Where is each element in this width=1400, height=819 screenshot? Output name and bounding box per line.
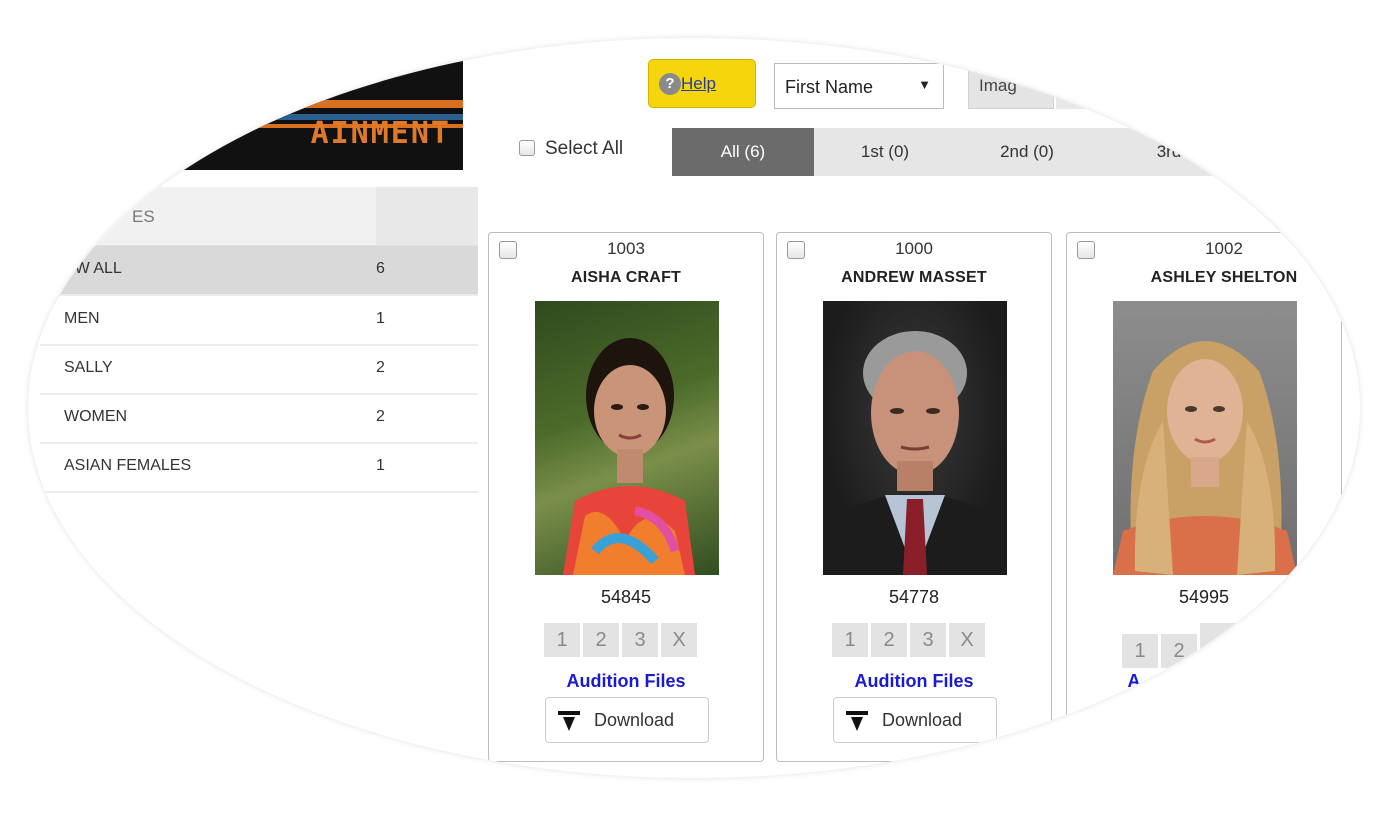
talent-name[interactable]: AISHA CRAFT xyxy=(489,269,763,287)
talent-select-checkbox[interactable] xyxy=(1077,241,1095,259)
select-all-label: Select All xyxy=(545,138,624,159)
download-label: Download xyxy=(594,710,675,730)
list-view-button[interactable] xyxy=(1056,63,1136,109)
rate-2-button[interactable]: 2 xyxy=(871,623,907,657)
rate-3-button[interactable] xyxy=(1200,623,1236,657)
audition-files-link[interactable]: Audition Files xyxy=(489,671,763,692)
brand-logo: AINMENT xyxy=(120,60,463,170)
tab-3rd[interactable]: 3rd xyxy=(1098,128,1240,176)
category-name: EW ALL xyxy=(64,260,122,277)
viewport-oval: AINMENT ES EW ALL 6 MEN 1 SALLY 2 WOMEN … xyxy=(28,38,1360,778)
category-row-sally[interactable]: SALLY 2 xyxy=(40,345,478,395)
category-row-women[interactable]: WOMEN 2 xyxy=(40,394,478,444)
category-name: ASIAN FEMALES xyxy=(64,457,192,474)
sort-value: First Name xyxy=(785,77,874,97)
talent-name[interactable]: ASHLEY SHELTON xyxy=(1107,269,1341,287)
talent-number: 54778 xyxy=(888,587,940,607)
rate-3-button[interactable]: 3 xyxy=(622,623,658,657)
rate-clear-button[interactable]: X xyxy=(949,623,985,657)
category-row-view-all[interactable]: EW ALL 6 xyxy=(40,246,478,296)
portrait-woman-icon[interactable] xyxy=(1113,301,1297,575)
category-table-header: ES xyxy=(40,187,478,246)
download-button[interactable]: Download xyxy=(833,697,997,743)
chevron-down-icon: ▼ xyxy=(918,77,931,92)
download-label: Download xyxy=(882,710,963,730)
tab-all[interactable]: All (6) xyxy=(672,128,814,176)
portrait-man-icon[interactable] xyxy=(823,301,1007,575)
image-view-label: Imag xyxy=(979,76,1017,95)
category-count: 1 xyxy=(376,457,385,474)
rating-buttons: 123X xyxy=(544,623,700,657)
help-label: Help xyxy=(681,74,716,93)
category-name: SALLY xyxy=(64,359,113,376)
rate-3-button[interactable]: 3 xyxy=(910,623,946,657)
category-name: WOMEN xyxy=(64,408,128,425)
download-icon xyxy=(846,711,868,736)
talent-card[interactable]: 1003 AISHA CRAFT 54845 123X Audition Fil… xyxy=(488,232,764,762)
select-all-checkbox[interactable] xyxy=(519,140,535,156)
talent-id: 1003 xyxy=(607,239,645,258)
tab-1st[interactable]: 1st (0) xyxy=(814,128,956,176)
filter-tabs: All (6) 1st (0) 2nd (0) 3rd xyxy=(672,128,1360,176)
talent-id: 1000 xyxy=(895,239,933,258)
portrait-woman-icon[interactable] xyxy=(535,301,719,575)
audition-files-link[interactable]: A xyxy=(927,671,1341,692)
category-header-label: ES xyxy=(132,207,155,226)
rating-buttons: 123X xyxy=(832,623,988,657)
sort-select[interactable]: First Name ▼ xyxy=(774,63,944,109)
rate-2-button[interactable]: 2 xyxy=(1161,634,1197,668)
image-view-button[interactable]: Imag xyxy=(968,63,1054,109)
rate-1-button[interactable]: 1 xyxy=(832,623,868,657)
category-count: 1 xyxy=(376,310,385,327)
select-all[interactable]: Select All xyxy=(519,138,623,160)
tab-2nd[interactable]: 2nd (0) xyxy=(956,128,1098,176)
help-button[interactable]: ? Help xyxy=(648,59,756,108)
download-button[interactable]: Download xyxy=(545,697,709,743)
rate-1-button[interactable]: 1 xyxy=(1122,634,1158,668)
category-count: 6 xyxy=(376,260,385,277)
talent-card[interactable]: 1002 ASHLEY SHELTON 54995 12 A xyxy=(1066,232,1342,762)
category-name: MEN xyxy=(64,310,100,327)
rating-buttons: 12 xyxy=(1122,623,1239,668)
category-count: 2 xyxy=(376,359,385,376)
rate-2-button[interactable]: 2 xyxy=(583,623,619,657)
logo-text: AINMENT xyxy=(310,116,451,151)
rate-1-button[interactable]: 1 xyxy=(544,623,580,657)
talent-number: 54995 xyxy=(1178,587,1230,607)
talent-number: 54845 xyxy=(600,587,652,607)
rate-clear-button[interactable]: X xyxy=(661,623,697,657)
download-icon xyxy=(558,711,580,736)
category-row-asian-females[interactable]: ASIAN FEMALES 1 xyxy=(40,443,478,493)
help-icon: ? xyxy=(659,73,681,95)
category-row-men[interactable]: MEN 1 xyxy=(40,296,478,346)
talent-name[interactable]: ANDREW MASSET xyxy=(777,269,1051,287)
category-count: 2 xyxy=(376,408,385,425)
talent-id: 1002 xyxy=(1205,239,1243,258)
